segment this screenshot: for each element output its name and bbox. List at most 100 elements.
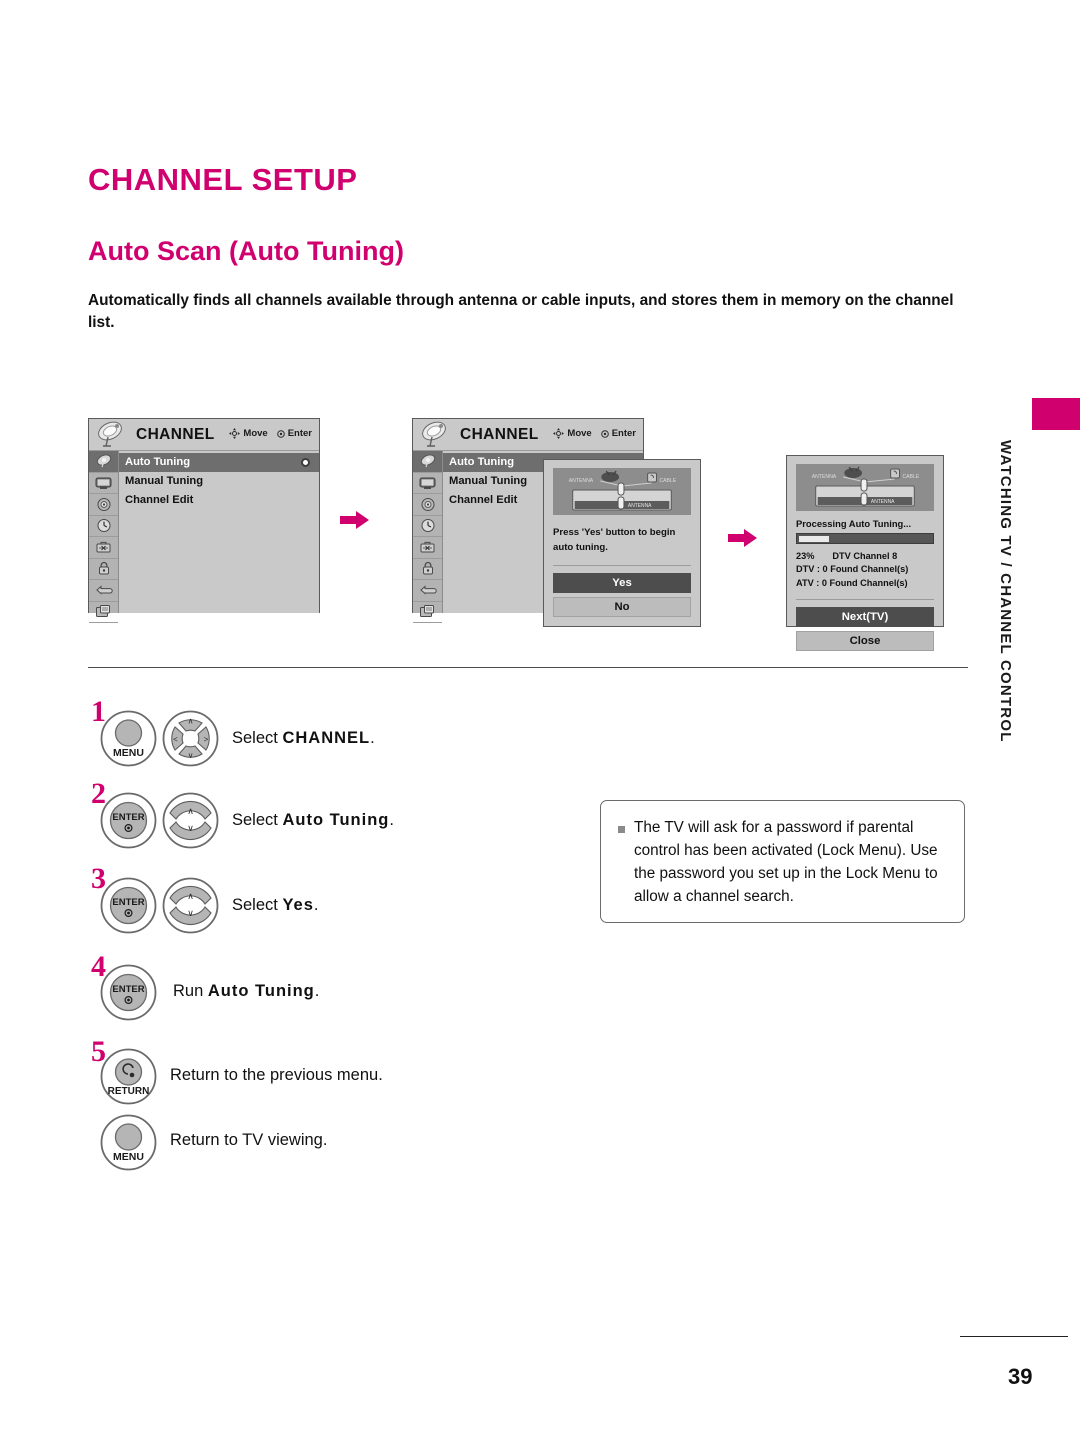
- step-3-text-suffix: .: [313, 896, 319, 914]
- side-tab-label: WATCHING TV / CHANNEL CONTROL: [997, 440, 1014, 743]
- side-tab-color-block: [1032, 398, 1080, 430]
- note-bullet-icon: [618, 826, 625, 833]
- step-2-text: Select Auto Tuning.: [232, 811, 394, 830]
- section-title: Auto Scan (Auto Tuning): [88, 236, 404, 266]
- hint-move: Move: [553, 428, 592, 439]
- rail-lock-padlock-icon[interactable]: [413, 559, 442, 580]
- no-button[interactable]: No: [553, 596, 691, 617]
- rail-usb-card-icon[interactable]: [89, 602, 118, 623]
- osd-menu-item-label: Channel Edit: [449, 494, 518, 507]
- step-1-text-emphasis: CHANNEL: [282, 729, 371, 747]
- rail-picture-tv-icon[interactable]: [89, 473, 118, 494]
- step-3-text: Select Yes.: [232, 896, 319, 915]
- svg-text:MENU: MENU: [113, 747, 144, 759]
- osd-selected-radio-icon: [301, 457, 310, 467]
- next-tv-button[interactable]: Next(TV): [796, 607, 934, 628]
- rail-lock-padlock-icon[interactable]: [89, 559, 118, 580]
- rail-audio-speaker-icon[interactable]: [89, 494, 118, 516]
- rail-input-plug-icon[interactable]: [413, 580, 442, 602]
- return-button-5[interactable]: RETURN: [100, 1048, 157, 1105]
- flow-arrow-icon-2: [728, 529, 757, 547]
- rail-satellite-dish-icon[interactable]: [413, 451, 442, 473]
- step-4-text-emphasis: Auto Tuning: [207, 982, 315, 1000]
- enter-button-4[interactable]: ENTER: [100, 964, 157, 1021]
- osd-icon-rail: [89, 451, 119, 623]
- rail-time-clock-icon[interactable]: [413, 516, 442, 537]
- svg-text:ANTENNA: ANTENNA: [628, 503, 652, 509]
- page-title: CHANNEL SETUP: [88, 162, 358, 197]
- step-6-text-prefix: Return to TV viewing.: [170, 1131, 328, 1149]
- osd-menu-item-auto-tuning[interactable]: Auto Tuning: [119, 453, 319, 472]
- osd-icon-rail: [413, 451, 443, 623]
- updown-wheel-button-3[interactable]: ∧ ∨: [162, 877, 219, 934]
- rail-satellite-dish-icon[interactable]: [89, 451, 118, 473]
- svg-text:∧: ∧: [187, 891, 194, 901]
- step-4-text-suffix: .: [314, 982, 320, 1000]
- note-box: The TV will ask for a password if parent…: [600, 800, 965, 923]
- auto-tuning-confirm-dialog: ANTENNA CABLE ANTENNA Press 'Yes' button…: [543, 459, 701, 627]
- enter-dot-icon: [276, 429, 285, 438]
- enter-button-3[interactable]: ENTER: [100, 877, 157, 934]
- footer-rule: [960, 1336, 1068, 1337]
- nav-wheel-button-1[interactable]: ∧ ∨ < >: [162, 710, 219, 767]
- osd-hints: Move Enter: [553, 428, 636, 439]
- step-3-text-emphasis: Yes: [282, 896, 314, 914]
- osd-menu-item-channel-edit[interactable]: Channel Edit: [119, 491, 319, 510]
- step-2-text-suffix: .: [389, 811, 394, 829]
- progress-dtv-found: DTV : 0 Found Channel(s): [796, 564, 909, 575]
- osd-header: CHANNEL Move Enter: [413, 419, 643, 451]
- rail-input-plug-icon[interactable]: [89, 580, 118, 602]
- osd-menu-item-label: Auto Tuning: [125, 456, 191, 469]
- updown-wheel-button-2[interactable]: ∧ ∨: [162, 792, 219, 849]
- intro-paragraph: Automatically finds all channels availab…: [88, 292, 954, 332]
- rail-setup-toolbox-icon[interactable]: [413, 537, 442, 559]
- enter-button-2[interactable]: ENTER: [100, 792, 157, 849]
- hint-enter: Enter: [276, 428, 312, 439]
- hint-move: Move: [229, 428, 268, 439]
- svg-text:>: >: [204, 735, 209, 744]
- progress-status-label: Processing Auto Tuning...: [796, 518, 912, 529]
- step-6-text: Return to TV viewing.: [170, 1131, 327, 1150]
- osd-menu-item-manual-tuning[interactable]: Manual Tuning: [119, 472, 319, 491]
- dpad-move-icon: [553, 428, 565, 439]
- satellite-dish-icon: [422, 421, 446, 447]
- menu-button-1[interactable]: MENU: [100, 710, 157, 767]
- close-button[interactable]: Close: [796, 631, 934, 652]
- section-divider: [88, 667, 968, 668]
- osd-menu-item-label: Auto Tuning: [449, 456, 515, 469]
- menu-button-6[interactable]: MENU: [100, 1114, 157, 1171]
- rail-audio-speaker-icon[interactable]: [413, 494, 442, 516]
- svg-text:RETURN: RETURN: [108, 1086, 150, 1097]
- svg-text:MENU: MENU: [113, 1151, 144, 1163]
- osd-header: CHANNEL Move Enter: [89, 419, 319, 451]
- svg-text:ANTENNA: ANTENNA: [812, 474, 837, 480]
- progress-atv-found: ATV : 0 Found Channel(s): [796, 577, 908, 588]
- enter-dot-icon: [600, 429, 609, 438]
- progress-percent: 23%: [796, 551, 815, 561]
- antenna-cable-diagram: ANTENNA CABLE ANTENNA: [553, 468, 691, 515]
- svg-text:ANTENNA: ANTENNA: [569, 478, 594, 484]
- dialog-separator: [796, 599, 934, 601]
- yes-button[interactable]: Yes: [553, 572, 691, 593]
- hint-enter-label: Enter: [287, 428, 312, 439]
- rail-usb-card-icon[interactable]: [413, 602, 442, 623]
- rail-time-clock-icon[interactable]: [89, 516, 118, 537]
- osd-title: CHANNEL: [460, 425, 539, 443]
- svg-text:CABLE: CABLE: [902, 474, 919, 480]
- step-5-text: Return to the previous menu.: [170, 1066, 383, 1085]
- svg-text:ANTENNA: ANTENNA: [871, 499, 895, 505]
- dpad-move-icon: [229, 428, 241, 439]
- progress-bar: [796, 533, 934, 544]
- rail-setup-toolbox-icon[interactable]: [89, 537, 118, 559]
- svg-text:∧: ∧: [188, 717, 194, 726]
- rail-picture-tv-icon[interactable]: [413, 473, 442, 494]
- svg-text:∧: ∧: [187, 806, 194, 816]
- antenna-cable-diagram: ANTENNA CABLE ANTENNA: [796, 464, 934, 511]
- svg-text:ENTER: ENTER: [112, 897, 144, 908]
- svg-text:∨: ∨: [187, 908, 194, 918]
- svg-text:∨: ∨: [187, 823, 194, 833]
- progress-stats: 23% DTV Channel 8 DTV : 0 Found Channel(…: [796, 550, 934, 590]
- step-2-text-emphasis: Auto Tuning: [282, 811, 390, 829]
- confirm-dialog-message: Press 'Yes' button to begin auto tuning.: [553, 527, 676, 553]
- svg-text:ENTER: ENTER: [112, 984, 144, 995]
